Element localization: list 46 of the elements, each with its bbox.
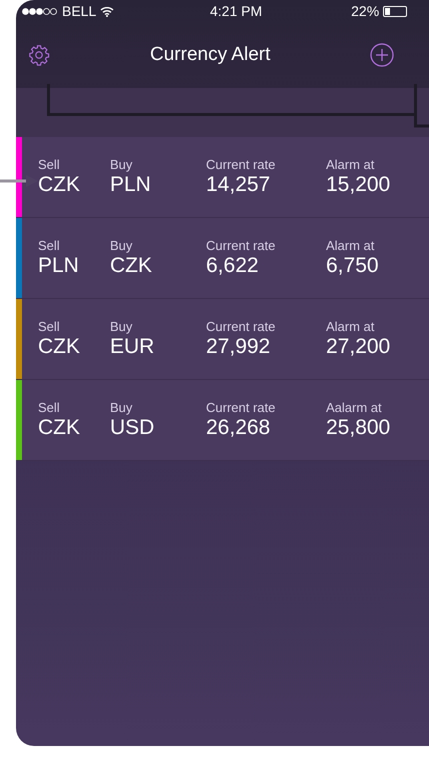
column-label: Sell bbox=[38, 157, 61, 173]
alert-row[interactable]: Sell PLN Buy CZK Current rate 6,622 Alarm at 6,750 bbox=[16, 218, 429, 299]
column-label: Current rate bbox=[206, 400, 276, 416]
settings-icon[interactable] bbox=[28, 44, 50, 66]
column-value: 26,268 bbox=[206, 416, 272, 440]
column-value: PLN bbox=[110, 173, 152, 197]
column-value: 6,622 bbox=[206, 254, 260, 278]
add-icon[interactable] bbox=[370, 43, 394, 67]
column-label: Alarm at bbox=[326, 238, 376, 254]
column-label: Aalarm at bbox=[326, 400, 383, 416]
status-time: 4:21 PM bbox=[210, 2, 262, 20]
column-value: CZK bbox=[38, 416, 81, 440]
wifi-icon bbox=[100, 6, 114, 16]
column-value: 6,750 bbox=[326, 254, 380, 278]
column-label: Buy bbox=[110, 157, 134, 173]
column-label: Current rate bbox=[206, 319, 276, 335]
column-label: Current rate bbox=[206, 238, 276, 254]
column-value: 14,257 bbox=[206, 173, 272, 197]
column-label: Sell bbox=[38, 400, 61, 416]
column-value: 27,992 bbox=[206, 335, 272, 359]
column-label: Buy bbox=[110, 238, 134, 254]
column-label: Current rate bbox=[206, 157, 276, 173]
column-value: USD bbox=[110, 416, 156, 440]
signal-icon bbox=[22, 8, 58, 14]
alert-row[interactable]: Sell CZK Buy EUR Current rate 27,992 Alarm at 27,200 bbox=[16, 299, 429, 380]
alert-row[interactable]: Sell CZK Buy USD Current rate 26,268 Aalarm at 25,800 bbox=[16, 380, 429, 461]
column-label: Sell bbox=[38, 238, 61, 254]
column-label: Buy bbox=[110, 400, 134, 416]
column-label: Sell bbox=[38, 319, 61, 335]
column-value: CZK bbox=[38, 173, 81, 197]
carrier-name: BELL bbox=[62, 2, 96, 20]
column-value: PLN bbox=[38, 254, 80, 278]
column-value: EUR bbox=[110, 335, 156, 359]
column-value: 15,200 bbox=[326, 173, 392, 197]
battery-icon bbox=[383, 6, 408, 16]
leader-arrow bbox=[0, 175, 38, 187]
column-value: 25,800 bbox=[326, 416, 392, 440]
alert-row[interactable]: Sell CZK Buy PLN Current rate 14,257 Alarm at 15,200 bbox=[16, 137, 429, 218]
column-value: CZK bbox=[38, 335, 81, 359]
column-label: Alarm at bbox=[326, 319, 376, 335]
column-label: Alarm at bbox=[326, 157, 376, 173]
column-value: CZK bbox=[110, 254, 153, 278]
column-value: 27,200 bbox=[326, 335, 392, 359]
column-label: Buy bbox=[110, 319, 134, 335]
screen-title: Currency Alert bbox=[150, 42, 270, 67]
battery-percent: 22% bbox=[351, 2, 380, 20]
